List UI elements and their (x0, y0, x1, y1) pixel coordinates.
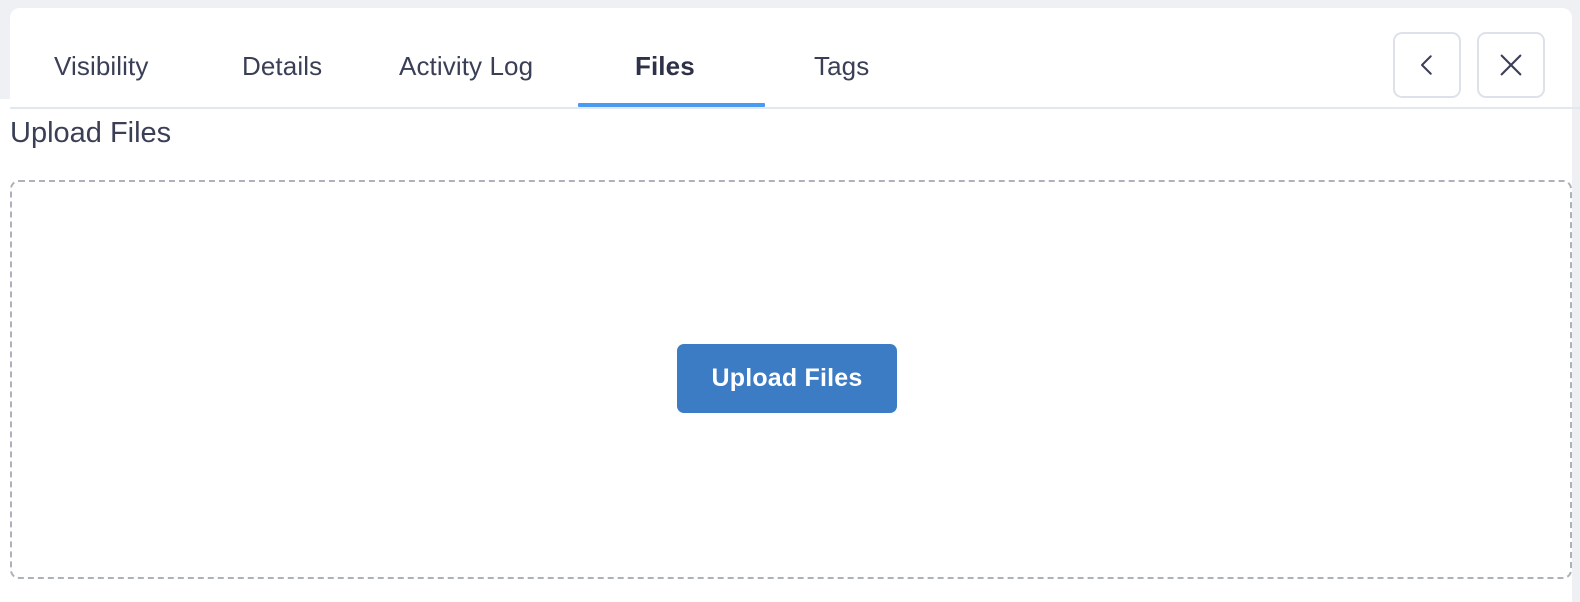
tab-bar: Visibility Details Activity Log Files Ta… (10, 8, 1580, 109)
close-button[interactable] (1477, 32, 1545, 98)
tab-visibility[interactable]: Visibility (54, 48, 148, 84)
chevron-left-icon (1395, 50, 1459, 80)
page-title: Upload Files (10, 117, 172, 149)
tab-details[interactable]: Details (242, 48, 322, 84)
file-dropzone[interactable]: Upload Files (10, 180, 1572, 579)
tab-tags[interactable]: Tags (814, 48, 869, 84)
files-panel: Visibility Details Activity Log Files Ta… (0, 0, 1580, 602)
tab-bar-divider (10, 107, 1580, 109)
close-icon (1479, 49, 1543, 81)
tab-files[interactable]: Files (635, 48, 695, 84)
upload-files-button[interactable]: Upload Files (677, 344, 897, 413)
tab-activity-log[interactable]: Activity Log (399, 48, 533, 84)
back-button[interactable] (1393, 32, 1461, 98)
